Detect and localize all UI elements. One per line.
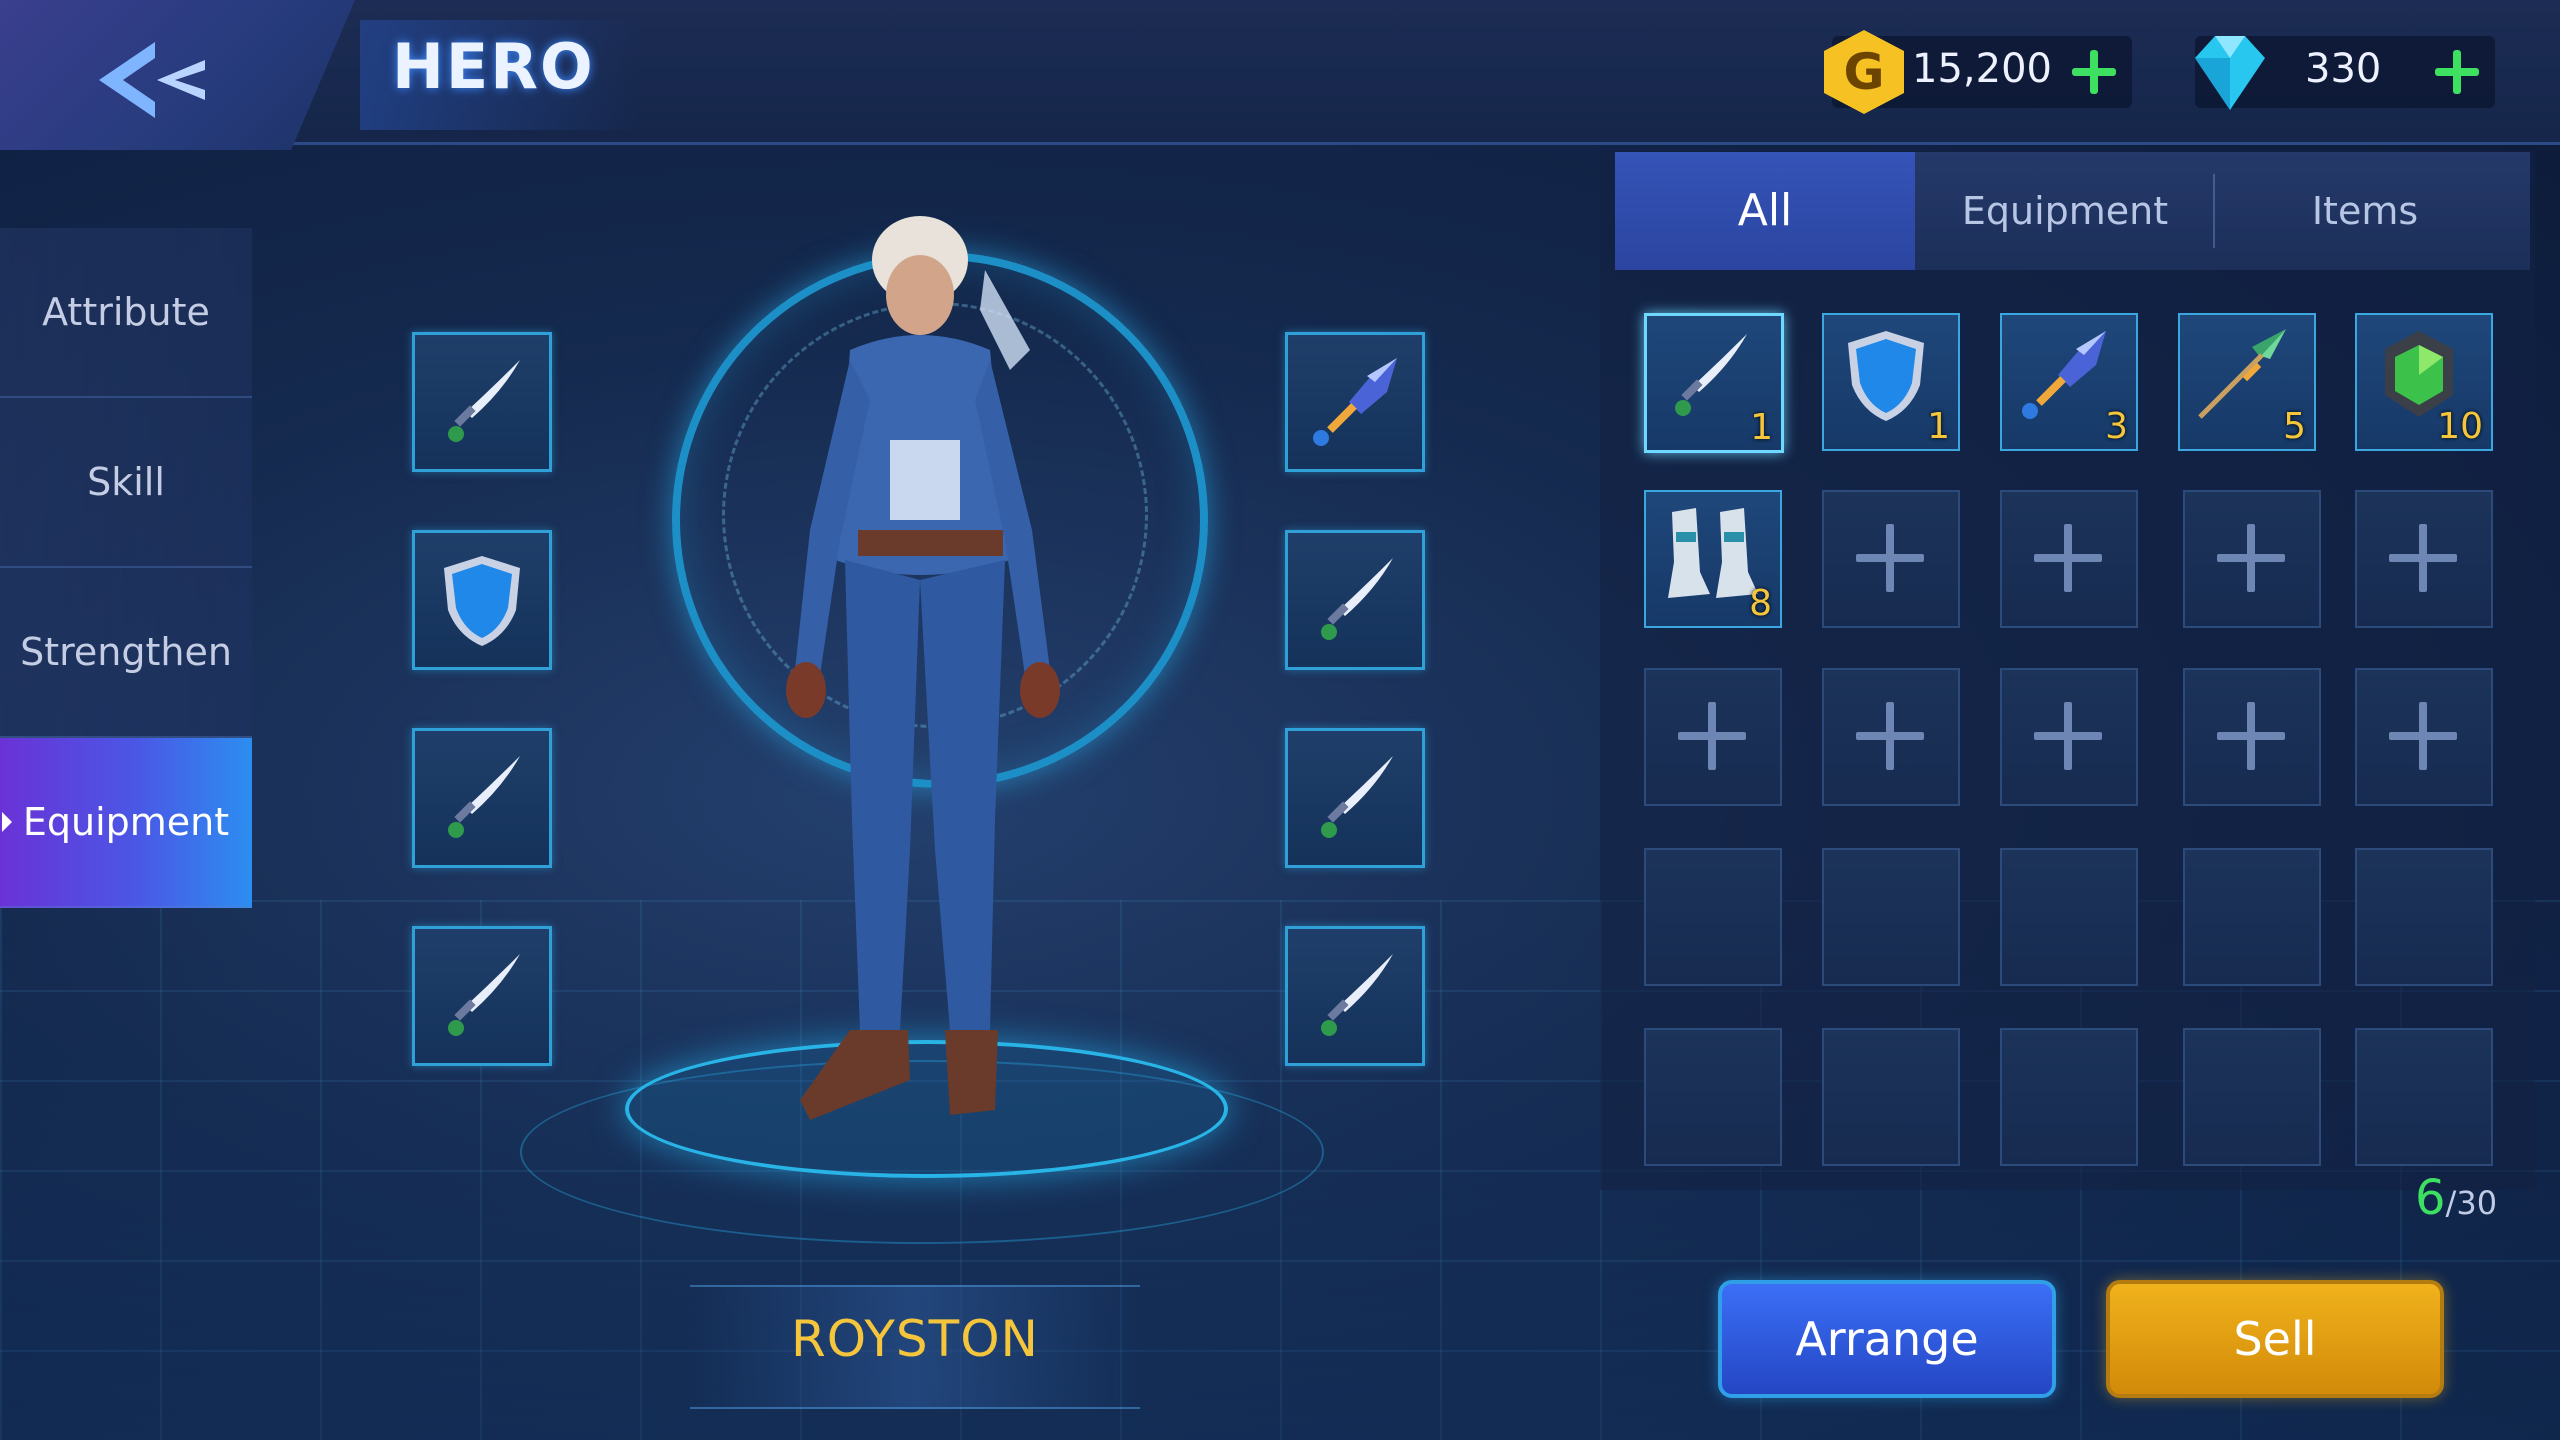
gold-currency: G 15,200 bbox=[1824, 30, 2132, 114]
capacity-max: /30 bbox=[2445, 1184, 2498, 1222]
chevron-left-icon bbox=[99, 42, 205, 118]
item-quantity: 3 bbox=[2105, 406, 2128, 447]
gem-value: 330 bbox=[2305, 46, 2382, 92]
inventory-slot-empty[interactable] bbox=[2183, 668, 2321, 806]
dagger-icon bbox=[1321, 756, 1393, 838]
item-quantity: 10 bbox=[2437, 406, 2483, 447]
inventory-slot-empty[interactable] bbox=[1644, 668, 1782, 806]
dagger-icon bbox=[448, 756, 520, 838]
inventory-slot-6[interactable]: 8 bbox=[1644, 490, 1782, 628]
inventory-slot-locked[interactable] bbox=[2000, 848, 2138, 986]
inventory-slot-empty[interactable] bbox=[1822, 668, 1960, 806]
dagger-icon bbox=[448, 360, 520, 442]
shield-icon bbox=[1848, 331, 1924, 421]
spear-icon bbox=[2198, 329, 2286, 419]
sidebar-item-attribute[interactable]: Attribute bbox=[0, 228, 252, 398]
item-quantity: 8 bbox=[1749, 583, 1772, 624]
gold-value: 15,200 bbox=[1912, 46, 2052, 92]
hero-slot-left-4[interactable] bbox=[412, 926, 552, 1066]
dagger-icon bbox=[448, 954, 520, 1036]
item-quantity: 5 bbox=[2283, 406, 2306, 447]
shield-icon bbox=[444, 556, 520, 646]
inventory-slot-locked[interactable] bbox=[2355, 1028, 2493, 1166]
inventory-slot-empty[interactable] bbox=[2355, 490, 2493, 628]
sword-icon bbox=[1313, 358, 1397, 446]
gem-currency: 330 bbox=[2195, 36, 2495, 110]
inventory-slot-empty[interactable] bbox=[2183, 490, 2321, 628]
add-gold-button[interactable] bbox=[2070, 48, 2118, 96]
inventory-slot-locked[interactable] bbox=[2183, 1028, 2321, 1166]
inventory-slot-locked[interactable] bbox=[2183, 848, 2321, 986]
hero-slot-right-4[interactable] bbox=[1285, 926, 1425, 1066]
hero-slot-left-1[interactable] bbox=[412, 332, 552, 472]
tab-equipment[interactable]: Equipment bbox=[1915, 152, 2215, 270]
item-quantity: 1 bbox=[1750, 407, 1773, 448]
hero-slot-left-3[interactable] bbox=[412, 728, 552, 868]
inventory-slot-locked[interactable] bbox=[1822, 1028, 1960, 1166]
dagger-icon bbox=[1321, 558, 1393, 640]
inventory-slot-locked[interactable] bbox=[1644, 848, 1782, 986]
inventory-slot-3[interactable]: 3 bbox=[2000, 313, 2138, 451]
inventory-slot-locked[interactable] bbox=[1822, 848, 1960, 986]
inventory-slot-empty[interactable] bbox=[2000, 668, 2138, 806]
tab-all[interactable]: All bbox=[1615, 152, 1915, 270]
inventory-slot-empty[interactable] bbox=[2355, 668, 2493, 806]
page-title: HERO bbox=[392, 30, 595, 103]
inventory-slot-4[interactable]: 5 bbox=[2178, 313, 2316, 451]
inventory-tabs: All Equipment Items bbox=[1615, 152, 2530, 270]
hero-character bbox=[786, 216, 1060, 1120]
add-gems-button[interactable] bbox=[2433, 48, 2481, 96]
gold-coin-icon: G bbox=[1824, 30, 1904, 114]
hero-slot-right-3[interactable] bbox=[1285, 728, 1425, 868]
inventory-slot-empty[interactable] bbox=[2000, 490, 2138, 628]
inventory-slot-locked[interactable] bbox=[1644, 1028, 1782, 1166]
sidebar-item-strengthen[interactable]: Strengthen bbox=[0, 568, 252, 738]
tab-items[interactable]: Items bbox=[2215, 152, 2515, 270]
sidebar-item-equipment[interactable]: Equipment bbox=[0, 738, 252, 908]
inventory-capacity: 6/30 bbox=[2415, 1170, 2497, 1226]
inventory-slot-1[interactable]: 1 bbox=[1644, 313, 1784, 453]
inventory-slot-2[interactable]: 1 bbox=[1822, 313, 1960, 451]
dagger-icon bbox=[1321, 954, 1393, 1036]
dagger-icon bbox=[1675, 334, 1747, 416]
sword-icon bbox=[2022, 331, 2106, 419]
inventory-slot-locked[interactable] bbox=[2355, 848, 2493, 986]
capacity-current: 6 bbox=[2415, 1170, 2446, 1226]
hero-slot-left-2[interactable] bbox=[412, 530, 552, 670]
hero-name: ROYSTON bbox=[791, 1310, 1039, 1368]
sell-button[interactable]: Sell bbox=[2106, 1280, 2444, 1398]
sidebar-item-skill[interactable]: Skill bbox=[0, 398, 252, 568]
hero-slot-right-2[interactable] bbox=[1285, 530, 1425, 670]
inventory-slot-empty[interactable] bbox=[1822, 490, 1960, 628]
diamond-icon bbox=[2195, 36, 2265, 110]
hero-slot-right-1[interactable] bbox=[1285, 332, 1425, 472]
inventory-slot-locked[interactable] bbox=[2000, 1028, 2138, 1166]
item-quantity: 1 bbox=[1927, 406, 1950, 447]
inventory-slot-5[interactable]: 10 bbox=[2355, 313, 2493, 451]
sidebar: Attribute Skill Strengthen Equipment bbox=[0, 228, 252, 908]
arrange-button[interactable]: Arrange bbox=[1718, 1280, 2056, 1398]
